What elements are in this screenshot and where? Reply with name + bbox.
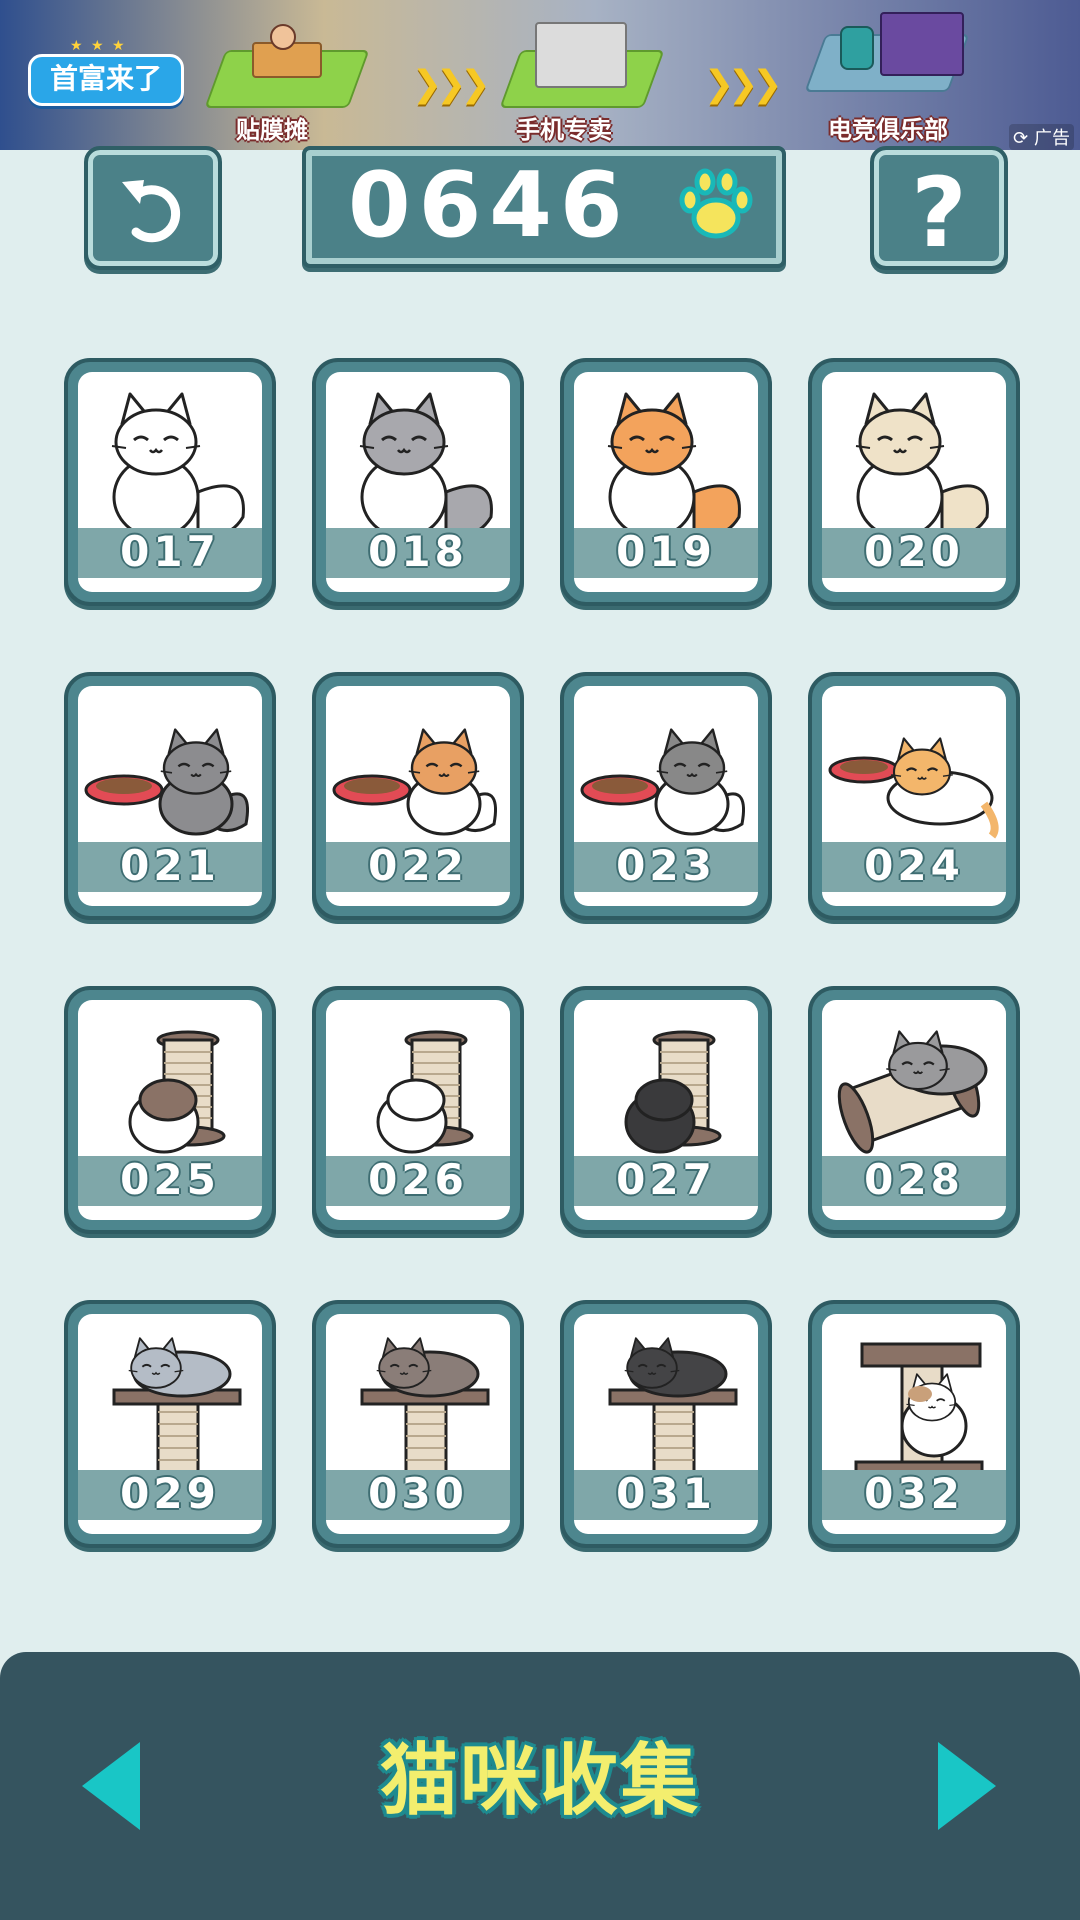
cat-card-frame: 032 [822,1314,1006,1534]
cat-card[interactable]: 023 [560,672,772,920]
undo-icon [122,180,181,243]
cat-card-frame: 021 [78,686,262,906]
triangle-left-icon [82,1742,140,1830]
cat-card-number: 026 [368,1155,468,1204]
cat-card-number: 030 [368,1469,468,1518]
cat-card[interactable]: 025 [64,986,276,1234]
cat-card-frame: 028 [822,1000,1006,1220]
cat-card[interactable]: 027 [560,986,772,1234]
ad-stage-2-image [495,22,665,110]
triangle-right-icon [938,1742,996,1830]
cat-card-number: 028 [864,1155,964,1204]
cat-card-frame: 029 [78,1314,262,1534]
ad-logo: 首富来了 [28,54,184,106]
cat-card-number: 023 [616,841,716,890]
cat-card-number: 032 [864,1469,964,1518]
cat-card[interactable]: 017 [64,358,276,606]
question-mark-icon: ? [911,157,967,266]
cat-card-number: 019 [616,527,716,576]
ad-tag-label: 广告 [1034,128,1070,149]
cat-card-number: 029 [120,1469,220,1518]
cat-card-frame: 020 [822,372,1006,592]
paw-icon [679,168,753,239]
ad-stage-3-label: 电竞俱乐部 [828,116,948,144]
cat-card-frame: 018 [326,372,510,592]
score-value: 0646 [348,153,631,258]
cat-card-number: 017 [120,527,220,576]
cat-card-number: 024 [864,841,964,890]
help-button[interactable]: ? [870,146,1008,270]
cat-card-frame: 030 [326,1314,510,1534]
cat-card[interactable]: 029 [64,1300,276,1548]
cat-card[interactable]: 031 [560,1300,772,1548]
cat-card-number: 021 [120,841,220,890]
cat-card-number: 022 [368,841,468,890]
next-page-button[interactable] [934,1736,1002,1836]
cat-card-number: 018 [368,527,468,576]
ad-refresh-icon: ⟳ [1013,128,1029,149]
cat-card-frame: 024 [822,686,1006,906]
previous-page-button[interactable] [76,1736,144,1836]
cat-card[interactable]: 022 [312,672,524,920]
ad-banner[interactable]: ★ ★ ★ 首富来了 贴膜摊 ❯❯❯ 手机专卖 ❯❯❯ 电竞俱乐部 ⟳ 广告 [0,0,1080,150]
cat-card-number: 020 [864,527,964,576]
cat-card-frame: 023 [574,686,758,906]
cat-card[interactable]: 030 [312,1300,524,1548]
undo-button[interactable] [84,146,222,270]
cat-card[interactable]: 019 [560,358,772,606]
cat-card-frame: 027 [574,1000,758,1220]
ad-logo-stars-icon: ★ ★ ★ [70,38,127,54]
cat-card-frame: 031 [574,1314,758,1534]
ad-stage-3-image [800,6,970,94]
ad-arrow-icon: ❯❯❯ [412,64,490,105]
score-panel: 0646 [302,146,786,268]
ad-tag[interactable]: ⟳ 广告 [1009,124,1074,150]
cat-card-number: 027 [616,1155,716,1204]
cat-card[interactable]: 032 [808,1300,1020,1548]
cat-card-frame: 022 [326,686,510,906]
cat-card[interactable]: 024 [808,672,1020,920]
cat-card[interactable]: 020 [808,358,1020,606]
ad-arrow-icon: ❯❯❯ [704,64,782,105]
cat-card-frame: 019 [574,372,758,592]
cat-card[interactable]: 021 [64,672,276,920]
ad-stage-1-image [200,22,370,110]
page-title: 猫咪收集 [379,1736,700,1826]
svg-text:?: ? [911,157,967,266]
ad-stage-2-label: 手机专卖 [516,116,612,144]
cat-card[interactable]: 026 [312,986,524,1234]
cat-card-frame: 017 [78,372,262,592]
cat-card-frame: 026 [326,1000,510,1220]
ad-stage-1-label: 贴膜摊 [236,116,308,144]
cat-card[interactable]: 028 [808,986,1020,1234]
cat-card-frame: 025 [78,1000,262,1220]
cat-card-number: 031 [616,1469,716,1518]
cat-card-number: 025 [120,1155,220,1204]
cat-card[interactable]: 018 [312,358,524,606]
